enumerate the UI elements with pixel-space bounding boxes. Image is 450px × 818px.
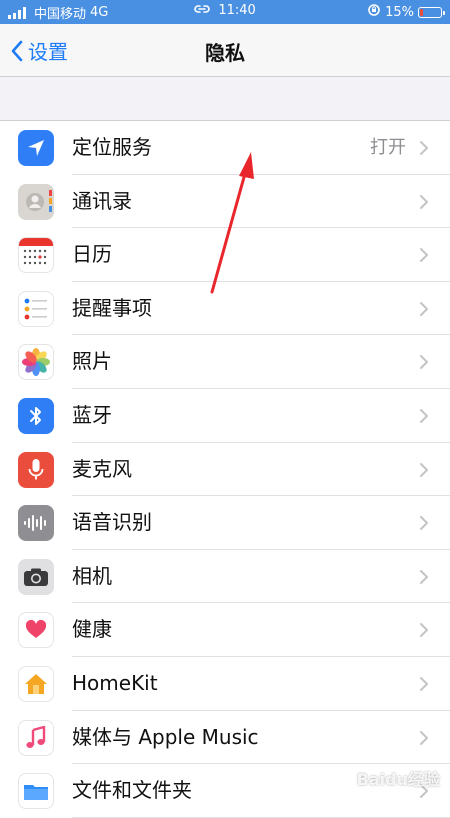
chevron-right-icon	[420, 730, 428, 745]
reminders-icon	[18, 290, 54, 327]
bluetooth-icon	[18, 397, 54, 434]
row-contacts[interactable]: 通讯录	[0, 175, 450, 229]
row-microphone[interactable]: 麦克风	[0, 443, 450, 497]
status-bar: 中国移动 4G 11:40 15%	[0, 0, 450, 24]
row-value: 打开	[370, 137, 406, 158]
contacts-icon	[18, 183, 54, 220]
folder-icon	[18, 773, 54, 810]
chevron-right-icon	[420, 355, 428, 370]
chevron-right-icon	[420, 462, 428, 477]
row-speech-recognition[interactable]: 语音识别	[0, 496, 450, 550]
chevron-right-icon	[420, 569, 428, 584]
photos-icon	[18, 344, 54, 381]
location-arrow-icon	[18, 130, 54, 166]
row-media-apple-music[interactable]: 媒体与 Apple Music	[0, 711, 450, 765]
watermark: Baidu经验	[356, 770, 440, 789]
chevron-right-icon	[420, 676, 428, 691]
navigation-bar: 设置 隐私	[0, 24, 450, 77]
calendar-icon	[18, 237, 54, 274]
link-icon	[194, 3, 214, 18]
status-time: 11:40	[218, 3, 256, 18]
row-health[interactable]: 健康	[0, 603, 450, 657]
chevron-right-icon	[420, 623, 428, 638]
row-label: 蓝牙	[72, 402, 112, 427]
microphone-icon	[18, 451, 54, 488]
row-bluetooth[interactable]: 蓝牙	[0, 389, 450, 443]
row-label: 提醒事项	[72, 295, 152, 320]
row-calendar[interactable]: 日历	[0, 228, 450, 282]
row-reminders[interactable]: 提醒事项	[0, 282, 450, 336]
camera-icon	[18, 558, 54, 595]
speech-recognition-icon	[18, 505, 54, 542]
battery-percent: 15%	[385, 4, 414, 20]
chevron-right-icon	[420, 516, 428, 531]
home-icon	[18, 665, 54, 702]
health-heart-icon	[18, 612, 54, 649]
status-right: 15%	[367, 3, 445, 21]
row-label: HomeKit	[72, 670, 158, 695]
row-homekit[interactable]: HomeKit	[0, 657, 450, 711]
row-label: 照片	[72, 349, 112, 374]
row-label: 媒体与 Apple Music	[72, 724, 259, 749]
row-camera[interactable]: 相机	[0, 550, 450, 604]
battery-icon	[418, 6, 445, 18]
row-label: 麦克风	[72, 456, 132, 481]
privacy-list: 定位服务 打开 通讯录 日历 提醒事项 照片 蓝牙 麦克风 语音识别 相机 健康…	[0, 120, 450, 818]
page-title: 隐私	[205, 41, 245, 65]
row-label: 相机	[72, 563, 112, 588]
row-label: 日历	[72, 242, 112, 267]
chevron-right-icon	[420, 141, 428, 155]
orientation-lock-icon	[367, 3, 381, 21]
row-label: 通讯录	[72, 188, 132, 213]
chevron-right-icon	[420, 408, 428, 423]
row-location-services[interactable]: 定位服务 打开	[0, 121, 450, 175]
row-label: 健康	[72, 617, 112, 642]
chevron-right-icon	[420, 194, 428, 209]
row-label: 语音识别	[72, 510, 152, 535]
chevron-right-icon	[420, 301, 428, 316]
music-note-icon	[18, 719, 54, 756]
row-label: 定位服务	[72, 135, 152, 159]
row-photos[interactable]: 照片	[0, 335, 450, 389]
chevron-right-icon	[420, 248, 428, 263]
row-label: 文件和文件夹	[72, 778, 192, 803]
